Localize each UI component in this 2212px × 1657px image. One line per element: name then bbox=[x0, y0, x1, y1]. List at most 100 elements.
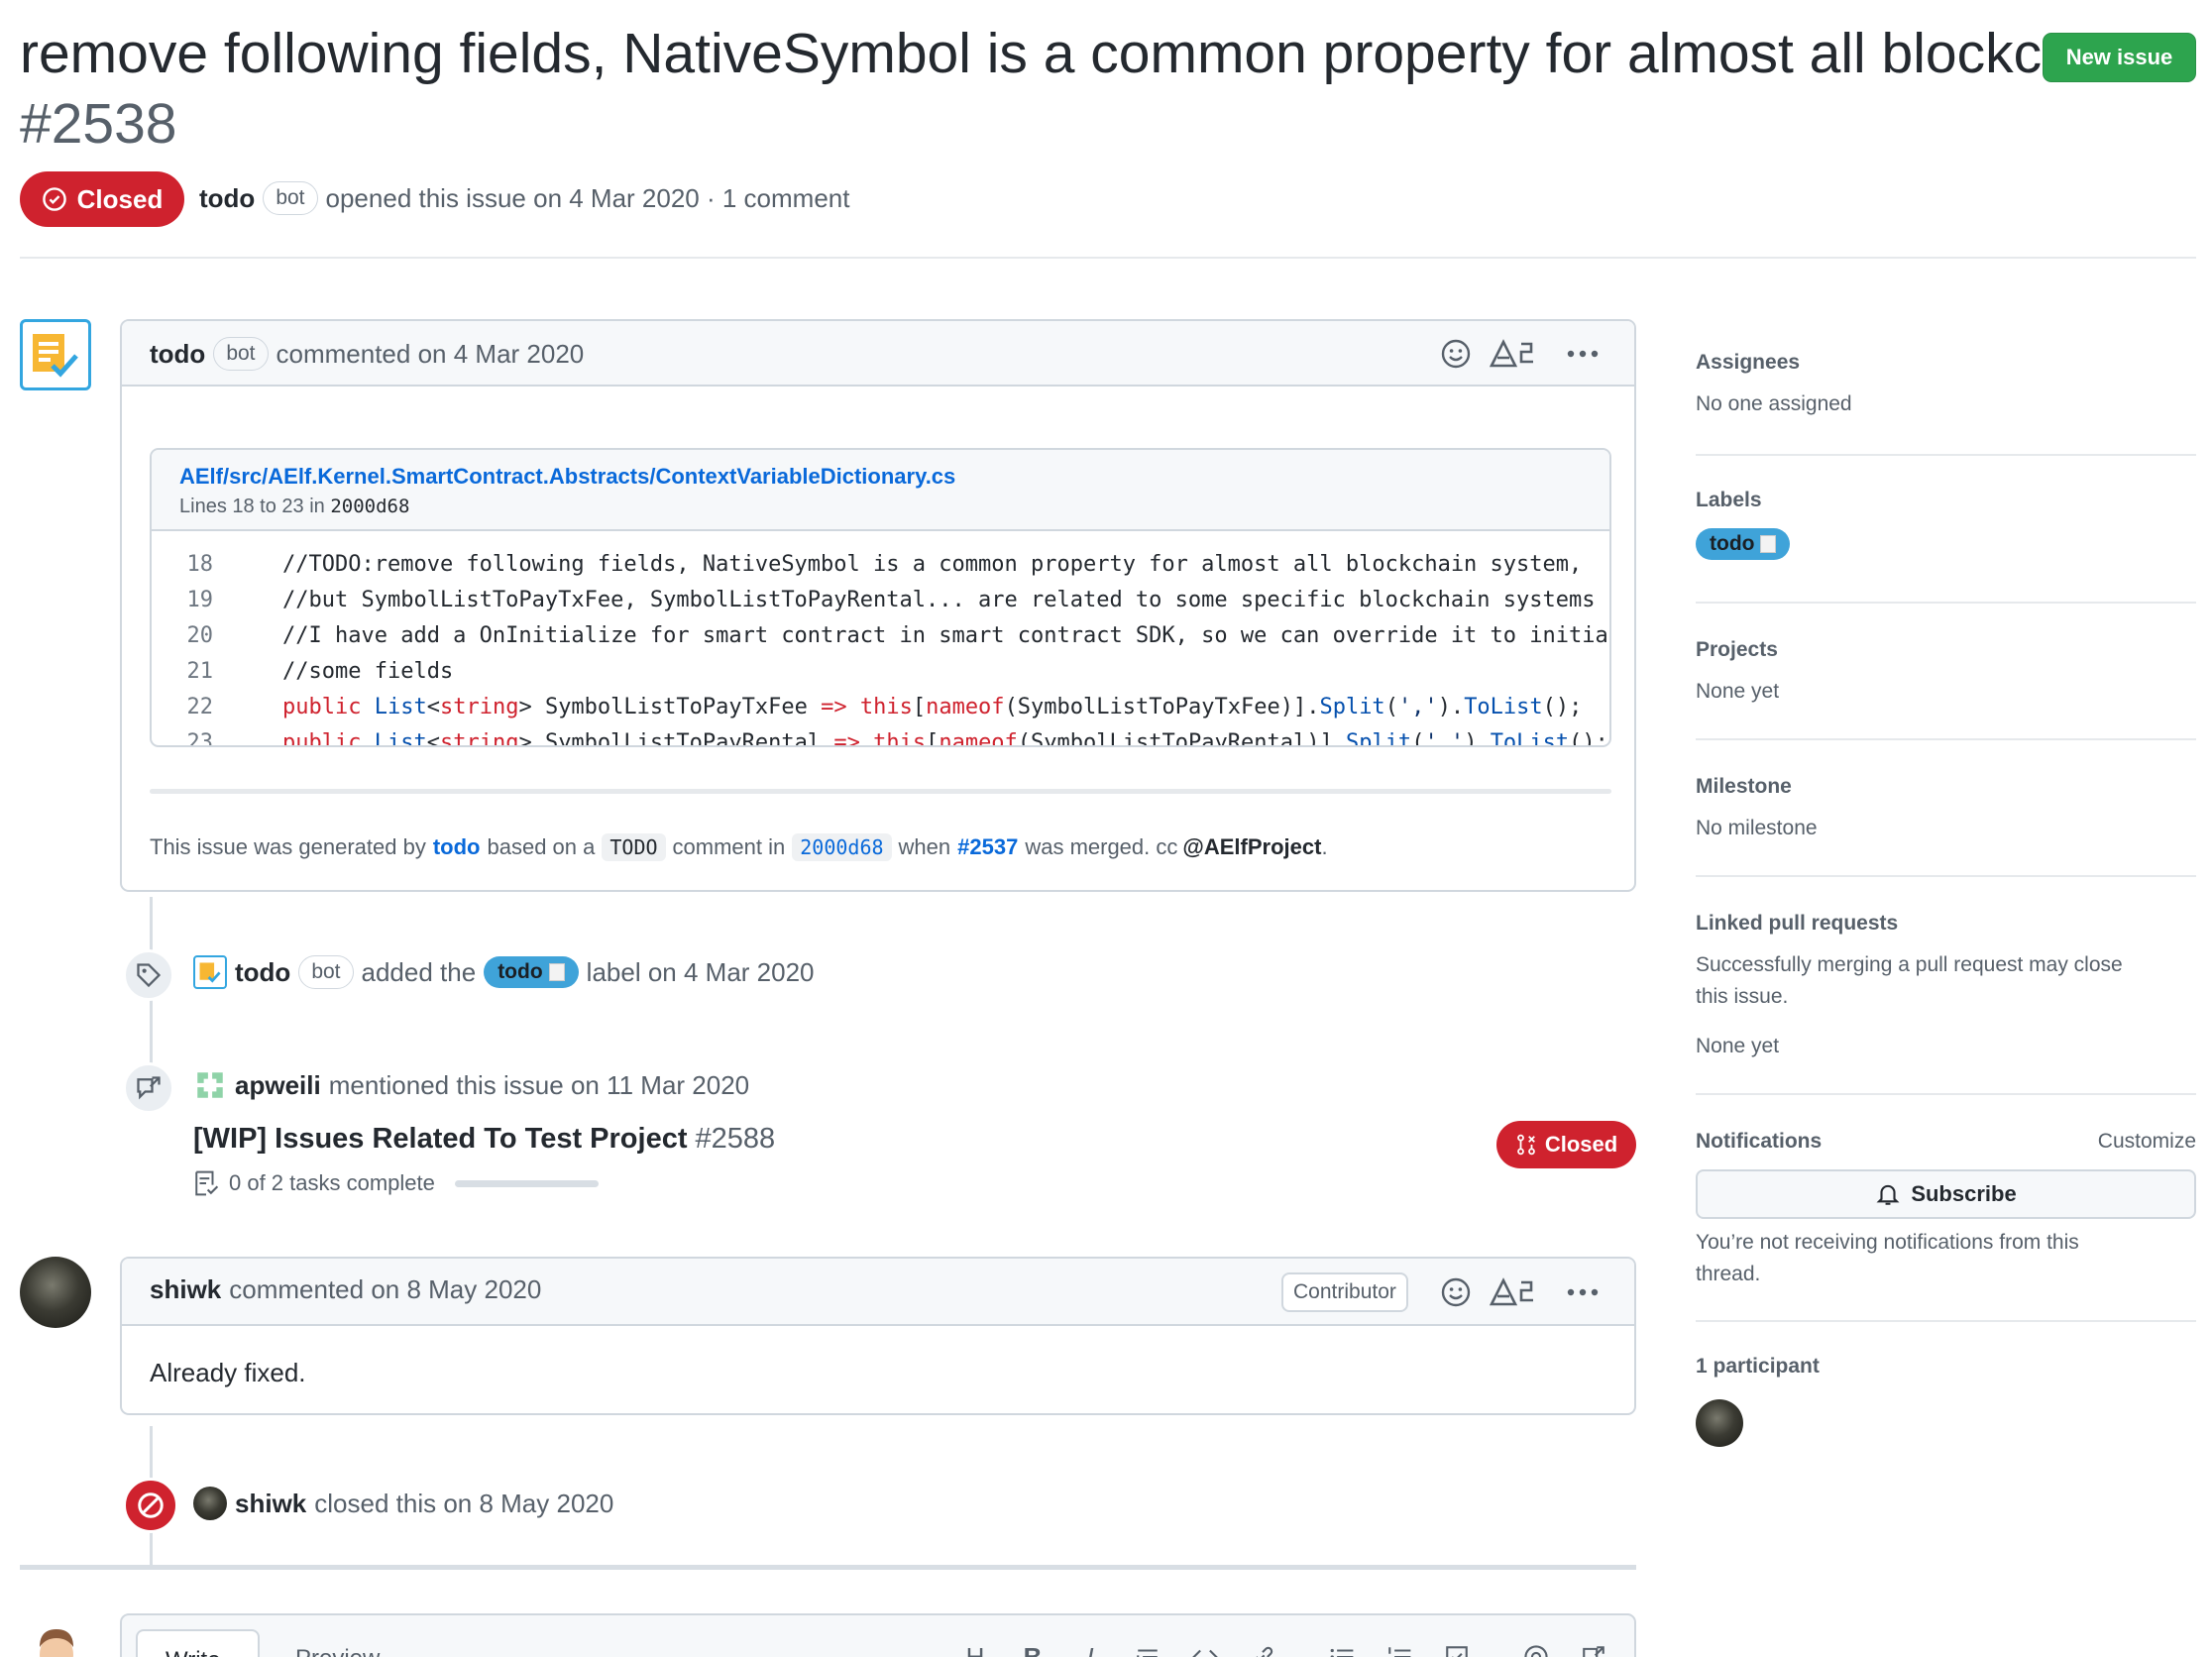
line-code: //TODO:remove following fields, NativeSy… bbox=[282, 552, 1583, 577]
tasks-progress-bar bbox=[454, 1179, 599, 1187]
event-actor-link[interactable]: todo bbox=[235, 957, 290, 988]
comment-date-link[interactable]: commented on 8 May 2020 bbox=[229, 1274, 541, 1305]
event-actor-link[interactable]: shiwk bbox=[235, 1489, 306, 1519]
current-user-avatar[interactable] bbox=[32, 1625, 81, 1657]
event-text: added the bbox=[361, 956, 477, 987]
comment-date-link[interactable]: commented on 4 Mar 2020 bbox=[276, 339, 585, 370]
note-text: based on a bbox=[487, 834, 596, 859]
tab-preview[interactable]: Preview bbox=[295, 1645, 380, 1657]
ref-state-label: Closed bbox=[1544, 1132, 1618, 1157]
note-text: when bbox=[898, 834, 951, 859]
snippet-file-link[interactable]: AElf/src/AElf.Kernel.SmartContract.Abstr… bbox=[179, 464, 955, 490]
apweili-avatar[interactable] bbox=[193, 1068, 227, 1102]
todo-bot-avatar[interactable] bbox=[20, 319, 91, 390]
bullet-list-button[interactable] bbox=[1313, 1637, 1371, 1657]
label-todo-chip[interactable]: todo bbox=[484, 956, 579, 988]
shiwk-avatar[interactable] bbox=[20, 1257, 91, 1328]
task-list-icon bbox=[1446, 1646, 1468, 1657]
sidebar-heading[interactable]: Labels bbox=[1696, 489, 2196, 512]
code-line: 20 //I have add a OnInitialize for smart … bbox=[152, 618, 1610, 654]
code-line: 22 public List<string> SymbolListToPayTxF… bbox=[152, 690, 1609, 725]
sidebar-heading[interactable]: Assignees bbox=[1696, 351, 2196, 375]
bell-icon bbox=[1876, 1184, 1900, 1205]
tag-icon bbox=[137, 963, 162, 988]
event-actor-link[interactable]: apweili bbox=[235, 1070, 321, 1101]
referenced-issue-link[interactable]: [WIP] Issues Related To Test Project #25… bbox=[193, 1123, 775, 1156]
numbered-list-button[interactable] bbox=[1371, 1637, 1428, 1657]
mention-button[interactable] bbox=[1507, 1637, 1565, 1657]
sidebar-heading[interactable]: Milestone bbox=[1696, 775, 2196, 799]
commit-chip-link[interactable]: 2000d68 bbox=[792, 833, 892, 861]
kebab-menu-icon[interactable] bbox=[1563, 338, 1603, 370]
kebab-menu-icon[interactable] bbox=[1563, 1276, 1603, 1308]
issue-state-badge: Closed bbox=[20, 171, 184, 227]
smiley-icon[interactable] bbox=[1440, 338, 1472, 370]
reply-button[interactable] bbox=[1622, 1637, 1634, 1657]
participant-avatar[interactable] bbox=[1696, 1399, 1743, 1447]
pr-link[interactable]: #2537 bbox=[957, 834, 1018, 860]
sidebar-value: No milestone bbox=[1696, 817, 1818, 839]
line-number[interactable]: 21 bbox=[152, 654, 214, 690]
line-code: //but SymbolListToPayTxFee, SymbolListTo… bbox=[282, 588, 1596, 612]
sidebar-heading[interactable]: Linked pull requests bbox=[1696, 912, 2196, 936]
heading-button[interactable]: H bbox=[946, 1637, 1004, 1657]
comment-header-text: shiwk commented on 8 May 2020 bbox=[150, 1274, 541, 1305]
link-button[interactable] bbox=[1234, 1637, 1291, 1657]
sidebar-desc: You’re not receiving notifications from … bbox=[1696, 1231, 2079, 1254]
cross-reference-button[interactable] bbox=[1565, 1637, 1622, 1657]
line-number[interactable]: 18 bbox=[152, 547, 214, 583]
todo-bot-link[interactable]: todo bbox=[433, 834, 481, 860]
task-list-button[interactable] bbox=[1428, 1637, 1486, 1657]
line-number[interactable]: 20 bbox=[152, 618, 214, 654]
translate-icon[interactable] bbox=[1490, 338, 1537, 370]
customize-link[interactable]: Customize bbox=[2098, 1126, 2196, 1158]
todo-logo-icon bbox=[199, 962, 221, 983]
code-button[interactable] bbox=[1176, 1637, 1234, 1657]
todo-bot-avatar-small[interactable] bbox=[193, 955, 227, 989]
sidebar-value: No one assigned bbox=[1696, 392, 1852, 415]
quote-button[interactable] bbox=[1119, 1637, 1176, 1657]
line-number[interactable]: 23 bbox=[152, 725, 214, 745]
smiley-icon[interactable] bbox=[1440, 1276, 1472, 1308]
sidebar-divider bbox=[1696, 875, 2196, 877]
ref-issue-title: [WIP] Issues Related To Test Project bbox=[193, 1123, 688, 1155]
comment-divider bbox=[150, 789, 1611, 794]
comment-actions bbox=[1440, 1276, 1603, 1308]
subscribe-button[interactable]: Subscribe bbox=[1696, 1169, 2196, 1219]
issue-closed-icon bbox=[42, 187, 66, 211]
sidebar-labels: Labels todo bbox=[1696, 489, 2196, 560]
translate-icon[interactable] bbox=[1490, 1276, 1537, 1308]
italic-button[interactable]: I bbox=[1061, 1637, 1119, 1657]
mention-link[interactable]: @AElfProject bbox=[1182, 834, 1321, 860]
issue-author-link[interactable]: todo bbox=[199, 183, 255, 214]
new-issue-button[interactable]: New issue bbox=[2043, 33, 2196, 82]
contributor-badge: Contributor bbox=[1281, 1272, 1408, 1312]
ref-issue-number: #2588 bbox=[695, 1123, 776, 1155]
label-todo-chip[interactable]: todo bbox=[1696, 528, 1791, 560]
sidebar-divider bbox=[1696, 738, 2196, 740]
sidebar-milestone: Milestone No milestone bbox=[1696, 775, 2196, 844]
issue-state-label: Closed bbox=[76, 183, 164, 214]
line-number[interactable]: 22 bbox=[152, 690, 214, 725]
editor-toolbar: H B I bbox=[946, 1637, 1634, 1657]
code-line: 23 public List<string> SymbolListToPayRen… bbox=[152, 725, 1609, 747]
line-number[interactable]: 19 bbox=[152, 583, 214, 618]
bot-badge: bot bbox=[263, 181, 318, 215]
ref-issue-tasks: 0 of 2 tasks complete bbox=[193, 1170, 599, 1196]
tab-write[interactable]: Write bbox=[136, 1629, 260, 1657]
comment-author-link[interactable]: todo bbox=[150, 339, 205, 370]
comment-header-text: todo bot commented on 4 Mar 2020 bbox=[150, 337, 584, 371]
line-code: //some fields bbox=[282, 659, 454, 684]
comment-author-link[interactable]: shiwk bbox=[150, 1274, 221, 1305]
bot-badge: bot bbox=[298, 955, 354, 989]
snippet-commit-link[interactable]: 2000d68 bbox=[330, 496, 409, 517]
sidebar-value: None yet bbox=[1696, 1035, 1780, 1057]
sidebar-divider bbox=[1696, 454, 2196, 456]
bold-button[interactable]: B bbox=[1004, 1637, 1061, 1657]
line-code: public List<string> SymbolListToPayRenta… bbox=[282, 730, 1608, 747]
sidebar-heading[interactable]: Projects bbox=[1696, 638, 2196, 662]
shiwk-avatar-small[interactable] bbox=[193, 1487, 227, 1520]
sidebar-linked-prs: Linked pull requests Successfully mergin… bbox=[1696, 912, 2196, 1062]
header-divider bbox=[20, 257, 2196, 259]
issue-number: #2538 bbox=[20, 92, 177, 156]
